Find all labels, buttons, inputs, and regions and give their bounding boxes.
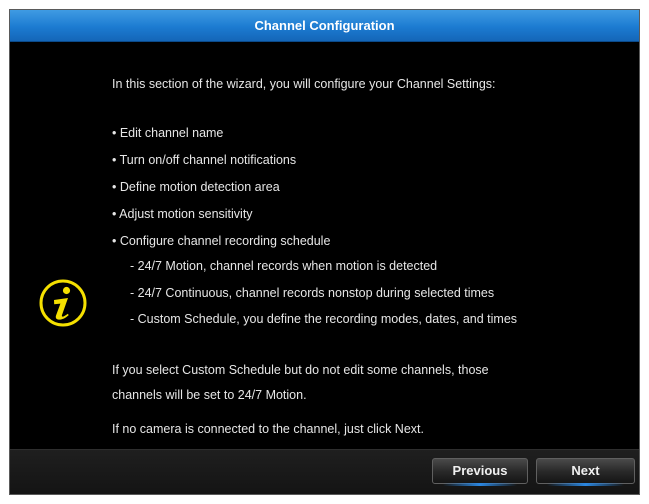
sub-bullet-continuous: - 24/7 Continuous, channel records nonst…	[130, 286, 495, 300]
channel-configuration-dialog: Channel Configuration In this section of…	[9, 9, 640, 495]
bullet-notifications: • Turn on/off channel notifications	[112, 153, 297, 167]
dialog-footer: Previous Next	[10, 449, 639, 494]
sub-bullet-custom: - Custom Schedule, you define the record…	[130, 312, 518, 326]
info-icon	[38, 278, 88, 328]
button-highlight	[443, 483, 517, 486]
note-custom-schedule: If you select Custom Schedule but do not…	[112, 363, 489, 377]
next-button-label: Next	[571, 463, 600, 478]
bullet-recording-schedule: • Configure channel recording schedule	[112, 234, 331, 248]
previous-button[interactable]: Previous	[432, 458, 528, 486]
bullet-motion-area: • Define motion detection area	[112, 180, 280, 194]
note-default-motion: channels will be set to 24/7 Motion.	[112, 388, 307, 402]
note-no-camera: If no camera is connected to the channel…	[112, 422, 424, 436]
next-button[interactable]: Next	[536, 458, 635, 486]
intro-text: In this section of the wizard, you will …	[112, 77, 496, 91]
previous-button-label: Previous	[452, 463, 508, 478]
bullet-motion-sensitivity: • Adjust motion sensitivity	[112, 207, 253, 221]
button-highlight	[547, 483, 624, 486]
dialog-title: Channel Configuration	[10, 10, 639, 42]
bullet-edit-name: • Edit channel name	[112, 126, 224, 140]
sub-bullet-motion: - 24/7 Motion, channel records when moti…	[130, 259, 438, 273]
dialog-content: In this section of the wizard, you will …	[10, 42, 639, 450]
